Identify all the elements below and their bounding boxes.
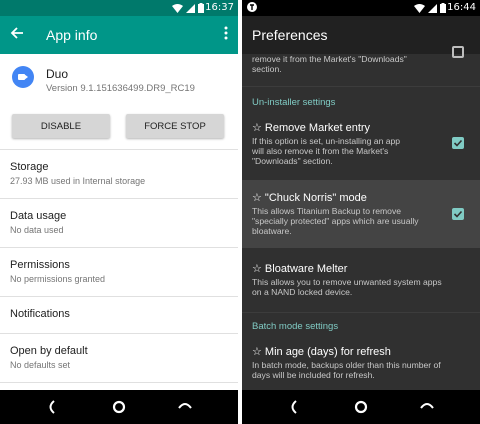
pref-title: ☆ "Chuck Norris" mode	[252, 192, 367, 204]
app-version: Version 9.1.151636499.DR9_RC19	[46, 83, 195, 94]
action-buttons: DISABLE FORCE STOP	[0, 108, 238, 144]
list-item-title: Permissions	[10, 259, 70, 271]
pref-title: ☆ Remove Market entry	[252, 122, 371, 134]
status-icons	[414, 3, 446, 13]
navigation-bar	[242, 390, 480, 424]
list-item-subtitle: No permissions granted	[10, 274, 106, 284]
recents-nav-icon[interactable]	[420, 400, 434, 410]
app-header: Duo Version 9.1.151636499.DR9_RC19	[0, 54, 238, 100]
duo-app-icon	[12, 66, 34, 88]
status-time: 16:44	[447, 2, 476, 13]
home-nav-icon[interactable]	[354, 400, 368, 414]
signal-icon	[428, 3, 437, 13]
pref-remove-market-entry[interactable]: ☆ Remove Market entry If this option is …	[242, 112, 480, 178]
pref-min-age-refresh[interactable]: ☆ Min age (days) for refresh In batch mo…	[242, 336, 480, 388]
pref-chuck-norris-mode[interactable]: ☆ "Chuck Norris" mode This allows Titani…	[242, 180, 480, 248]
list-item-title: Data usage	[10, 210, 67, 222]
pref-desc-line: If this option is set, un-installing an …	[252, 136, 401, 146]
wifi-icon	[172, 3, 183, 13]
battery-icon	[198, 3, 204, 13]
pref-desc-line: on a NAND locked device.	[252, 287, 353, 297]
status-bar: 16:44	[242, 0, 480, 16]
checkmark-icon	[453, 210, 463, 218]
status-time: 16:37	[205, 2, 234, 13]
list-item-open-by-default[interactable]: Open by default No defaults set	[0, 334, 238, 382]
pref-desc-line: section.	[252, 64, 282, 74]
wifi-icon	[414, 3, 425, 13]
divider	[0, 382, 238, 383]
pref-desc-line: "specially protected" apps which are usu…	[252, 216, 419, 226]
back-nav-icon[interactable]	[288, 400, 298, 414]
pref-desc-line: In batch mode, backups older than this n…	[252, 360, 441, 370]
list-item-subtitle: 27.93 MB used in Internal storage	[10, 176, 146, 186]
disable-button[interactable]: DISABLE	[12, 114, 110, 138]
divider	[242, 86, 480, 87]
status-icons	[172, 3, 204, 13]
navigation-bar	[0, 390, 238, 424]
page-title: Preferences	[252, 27, 328, 43]
home-nav-icon[interactable]	[112, 400, 126, 414]
recents-nav-icon[interactable]	[178, 400, 192, 410]
section-header-uninstaller: Un-installer settings	[252, 97, 336, 108]
checkbox-checked[interactable]	[452, 208, 464, 220]
signal-icon	[186, 3, 195, 13]
list-item-permissions[interactable]: Permissions No permissions granted	[0, 248, 238, 296]
titanium-notification-icon	[247, 2, 257, 12]
app-info-screen: 16:37 App info Duo Version 9.1.151636499…	[0, 0, 238, 424]
checkbox-checked[interactable]	[452, 137, 464, 149]
pref-desc-line: "Downloads" section.	[252, 156, 333, 166]
more-vert-icon[interactable]	[224, 26, 228, 40]
back-arrow-icon[interactable]	[10, 26, 24, 40]
back-nav-icon[interactable]	[46, 400, 56, 414]
app-bar: App info	[0, 16, 238, 54]
app-bar: Preferences	[242, 16, 480, 54]
battery-icon	[440, 3, 446, 13]
list-item-title: Open by default	[10, 345, 88, 357]
list-item-title: Storage	[10, 161, 49, 173]
list-item-subtitle: No data used	[10, 225, 64, 235]
pref-title: ☆ Bloatware Melter	[252, 263, 348, 275]
list-item-storage[interactable]: Storage 27.93 MB used in Internal storag…	[0, 150, 238, 198]
preferences-screen: 16:44 Preferences remove it from the Mar…	[242, 0, 480, 424]
force-stop-button[interactable]: FORCE STOP	[126, 114, 224, 138]
list-item-subtitle: No defaults set	[10, 360, 71, 370]
pref-desc-line: bloatware.	[252, 226, 292, 236]
status-bar: 16:37	[0, 0, 238, 16]
pref-desc-line: days will be included for refresh.	[252, 370, 375, 380]
section-header-batch: Batch mode settings	[252, 321, 339, 332]
list-item-data-usage[interactable]: Data usage No data used	[0, 199, 238, 247]
pref-desc-line: remove it from the Market's "Downloads"	[252, 54, 407, 64]
list-item-title: Notifications	[10, 308, 70, 320]
app-name: Duo	[46, 67, 69, 81]
checkmark-icon	[453, 139, 463, 147]
pref-title: ☆ Min age (days) for refresh	[252, 346, 391, 358]
pref-partial[interactable]: remove it from the Market's "Downloads" …	[242, 46, 480, 82]
pref-desc-line: This allows Titanium Backup to remove	[252, 206, 402, 216]
divider	[242, 312, 480, 313]
list-item-notifications[interactable]: Notifications	[0, 297, 238, 333]
checkbox[interactable]	[452, 46, 464, 58]
pref-bloatware-melter[interactable]: ☆ Bloatware Melter This allows you to re…	[242, 250, 480, 310]
pref-desc-line: This allows you to remove unwanted syste…	[252, 277, 442, 287]
pref-desc-line: will also remove it from the Market's	[252, 146, 389, 156]
page-title: App info	[46, 27, 98, 43]
